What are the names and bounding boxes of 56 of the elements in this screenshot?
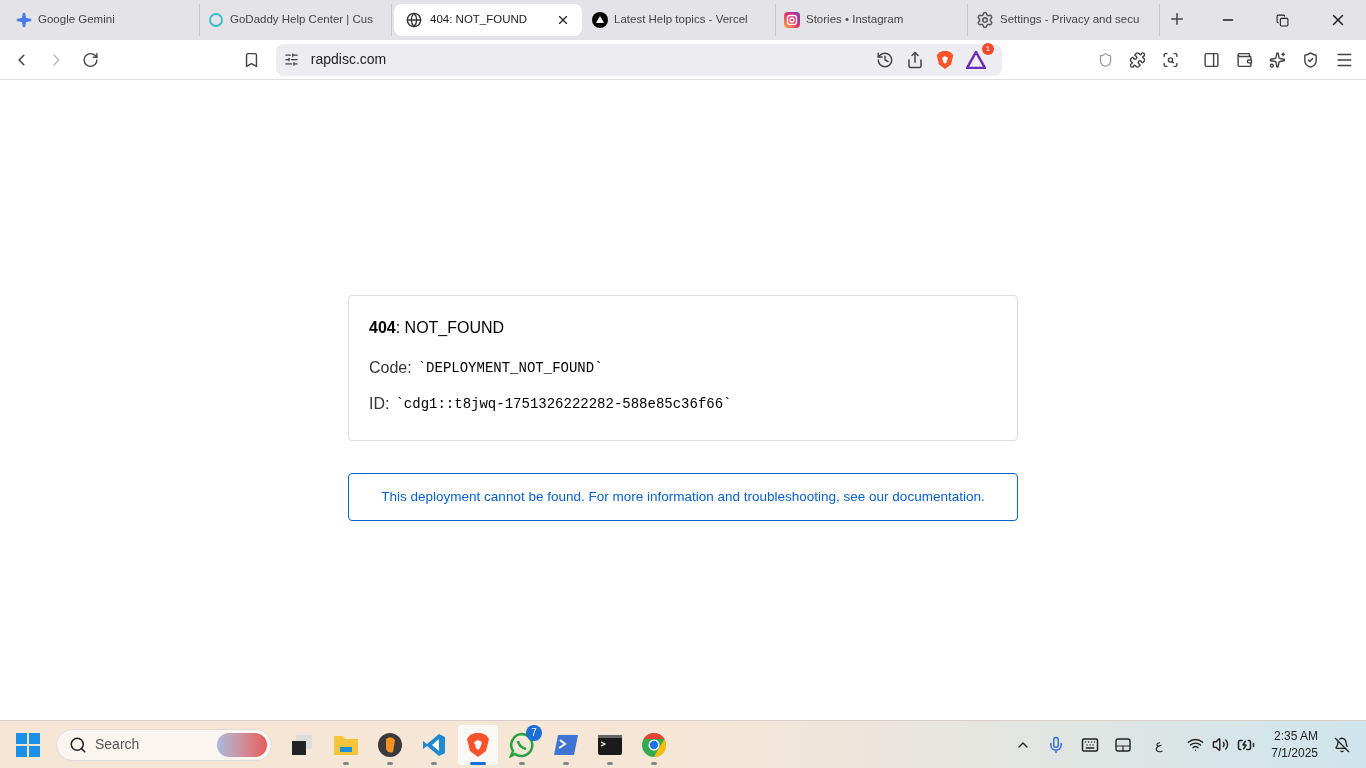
- shell-prompt-icon: [553, 733, 579, 756]
- field-value: `cdg1::t8jwq-1751326222282-588e85c36f66`: [395, 394, 732, 414]
- close-tab-icon[interactable]: [556, 13, 570, 27]
- notification-badge: 7: [526, 724, 542, 741]
- browser-tab[interactable]: Stories • Instagram: [776, 4, 968, 36]
- windows-start-icon[interactable]: [16, 732, 40, 757]
- sidebar-icon[interactable]: [1203, 50, 1221, 69]
- search-icon: [69, 735, 87, 754]
- shield-icon[interactable]: [1098, 51, 1114, 68]
- clock[interactable]: 2:35 AM 7/1/2025: [1271, 727, 1318, 762]
- browser-tab[interactable]: GoDaddy Help Center | Cus: [200, 4, 392, 36]
- url-text: rapdisc.com: [310, 50, 387, 69]
- camera-logo-icon: [784, 12, 800, 28]
- error-heading: 404: NOT_FOUND: [369, 318, 506, 338]
- reload-icon[interactable]: [81, 50, 99, 69]
- restore-icon[interactable]: [1276, 13, 1289, 27]
- code-editor-icon: [421, 731, 447, 758]
- sparkle-icon: [16, 12, 32, 28]
- lion-logo-icon: [466, 731, 490, 758]
- field-label: ID:: [369, 394, 390, 414]
- wallet-icon[interactable]: [1236, 50, 1254, 69]
- keyboard-icon[interactable]: [1081, 735, 1100, 754]
- extensions-icon[interactable]: [1129, 50, 1147, 69]
- notifications-icon[interactable]: [1334, 736, 1350, 753]
- browser-tab[interactable]: Google Gemini: [8, 4, 200, 36]
- globe-icon: [406, 12, 422, 28]
- lion-logo-icon[interactable]: [936, 49, 954, 70]
- settings-icon: [976, 11, 994, 29]
- search-page-icon[interactable]: [1162, 50, 1180, 69]
- language-indicator[interactable]: ع: [1155, 734, 1164, 755]
- vpn-shield-icon[interactable]: [1302, 50, 1320, 69]
- touchpad-icon[interactable]: [1115, 737, 1132, 752]
- browser-tab[interactable]: Settings - Privacy and secu: [968, 4, 1160, 36]
- search-field[interactable]: Search: [56, 728, 272, 761]
- share-icon[interactable]: [906, 50, 924, 69]
- notice-text: This deployment cannot be found. For more information and troubleshooting, see our documentation.: [381, 487, 985, 506]
- field-value: `DEPLOYMENT_NOT_FOUND`: [417, 358, 603, 378]
- task-view-icon: [290, 732, 314, 757]
- address-bar[interactable]: rapdisc.com 1: [275, 43, 1002, 76]
- browser-tab[interactable]: Latest Help topics - Vercel: [584, 4, 776, 36]
- triangle-logo-icon[interactable]: [966, 50, 986, 69]
- sparkles-icon[interactable]: [1269, 50, 1287, 69]
- terminal-icon: [598, 734, 622, 755]
- new-tab-icon[interactable]: [1168, 10, 1186, 28]
- notification-badge: 1: [982, 42, 994, 55]
- field-label: Code:: [369, 358, 412, 378]
- triangle-logo-icon: [592, 12, 608, 28]
- history-icon[interactable]: [876, 50, 894, 69]
- fruit-logo-icon: [377, 731, 403, 758]
- search-highlight-picture: [217, 732, 267, 757]
- site-settings-icon[interactable]: [283, 52, 299, 67]
- browser-tab[interactable]: 404: NOT_FOUND: [394, 4, 582, 36]
- taskbar-app[interactable]: 7: [502, 724, 542, 765]
- wifi-icon[interactable]: [1187, 736, 1205, 753]
- browser-logo-icon: [641, 731, 667, 758]
- volume-icon[interactable]: [1212, 736, 1230, 753]
